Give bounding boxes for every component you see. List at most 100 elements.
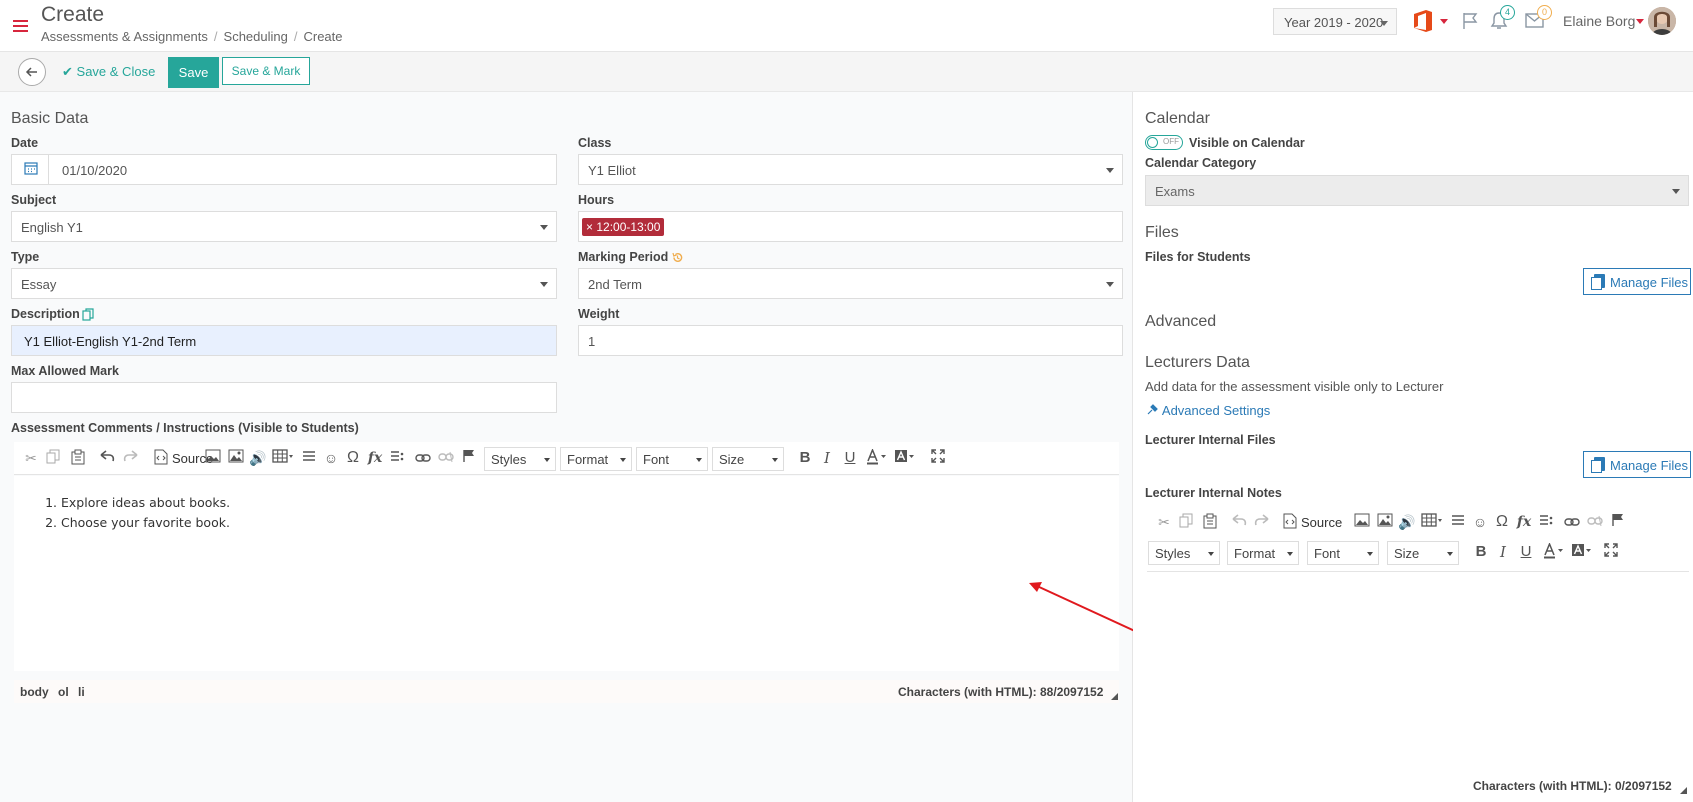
description-input[interactable]: Y1 Elliot-English Y1-2nd Term — [11, 325, 557, 356]
flag-icon[interactable] — [1461, 12, 1479, 33]
copy-icon[interactable] — [82, 308, 94, 321]
hours-chip[interactable]: × 12:00-13:00 — [582, 218, 665, 236]
styles-select[interactable]: Styles — [1148, 541, 1220, 565]
cut-icon[interactable]: ✂ — [22, 449, 40, 467]
office-icon[interactable] — [1412, 9, 1434, 36]
cut-icon[interactable]: ✂ — [1155, 513, 1173, 531]
format-select[interactable]: Format — [560, 447, 632, 471]
anchor-flag-icon[interactable] — [1609, 513, 1627, 531]
size-select[interactable]: Size — [1387, 541, 1459, 565]
pin-icon — [1147, 404, 1158, 415]
calendar-icon[interactable] — [12, 155, 49, 184]
list-settings-icon[interactable] — [1537, 513, 1555, 531]
marking-period-value: 2nd Term — [588, 277, 642, 292]
marking-period-select[interactable]: 2nd Term — [578, 268, 1123, 299]
image2-icon[interactable] — [227, 449, 245, 467]
advanced-settings-link[interactable]: Advanced Settings — [1147, 403, 1270, 418]
underline-button[interactable]: U — [841, 449, 859, 467]
type-select[interactable]: Essay — [11, 268, 557, 299]
image-icon[interactable] — [204, 449, 222, 467]
background-color-icon[interactable] — [1571, 543, 1595, 561]
user-dropdown-icon[interactable] — [1636, 19, 1644, 24]
redo-icon[interactable] — [122, 449, 140, 467]
undo-icon[interactable] — [98, 449, 116, 467]
image-icon[interactable] — [1353, 513, 1371, 531]
calendar-visibility-toggle[interactable]: OFF — [1145, 135, 1183, 150]
omega-icon[interactable]: Ω — [344, 449, 362, 467]
underline-button[interactable]: U — [1517, 543, 1535, 561]
calendar-category-select[interactable]: Exams — [1145, 175, 1689, 206]
comments-editor-body[interactable]: Explore ideas about books. Choose your f… — [14, 476, 1119, 671]
resize-handle-icon[interactable] — [1680, 787, 1687, 794]
link-icon[interactable] — [1563, 513, 1581, 531]
user-name[interactable]: Elaine Borg — [1563, 13, 1635, 29]
class-select[interactable]: Y1 Elliot — [578, 154, 1123, 185]
copy-icon[interactable] — [1177, 513, 1195, 531]
format-select[interactable]: Format — [1227, 541, 1299, 565]
breadcrumb-item[interactable]: Assessments & Assignments — [41, 29, 208, 44]
size-select[interactable]: Size — [712, 447, 784, 471]
path-body[interactable]: body — [20, 685, 49, 699]
audio-icon[interactable]: 🔊 — [1398, 513, 1416, 531]
save-button[interactable]: Save — [168, 57, 219, 88]
table-icon[interactable] — [1421, 513, 1443, 531]
formula-icon[interactable]: fx — [1515, 513, 1533, 531]
source-icon[interactable] — [152, 449, 170, 467]
redo-icon[interactable] — [1253, 513, 1271, 531]
manage-files-button[interactable]: Manage Files — [1583, 268, 1691, 295]
year-select[interactable]: Year 2019 - 2020 — [1273, 8, 1397, 35]
smiley-icon[interactable]: ☺ — [322, 449, 340, 467]
remove-chip-icon[interactable]: × — [586, 220, 596, 234]
audio-icon[interactable]: 🔊 — [249, 449, 267, 467]
source-icon[interactable] — [1281, 513, 1299, 531]
save-mark-button[interactable]: Save & Mark — [222, 57, 310, 85]
omega-icon[interactable]: Ω — [1493, 513, 1511, 531]
font-select[interactable]: Font — [1307, 541, 1379, 565]
path-li[interactable]: li — [78, 685, 85, 699]
hamburger-menu-icon[interactable] — [13, 20, 28, 32]
undo-icon[interactable] — [1230, 513, 1248, 531]
avatar[interactable] — [1648, 7, 1676, 35]
save-close-button[interactable]: ✔ Save & Close — [62, 64, 155, 80]
office-dropdown-icon[interactable] — [1440, 19, 1448, 24]
text-color-icon[interactable] — [866, 448, 890, 467]
background-color-icon[interactable] — [894, 449, 918, 467]
source-button[interactable]: Source — [1301, 515, 1342, 530]
manage-internal-files-button[interactable]: Manage Files — [1583, 451, 1691, 478]
resize-handle-icon[interactable] — [1111, 693, 1118, 700]
class-label: Class — [578, 136, 612, 150]
copy-icon[interactable] — [44, 449, 62, 467]
smiley-icon[interactable]: ☺ — [1471, 513, 1489, 531]
horizontal-line-icon[interactable] — [1449, 513, 1467, 531]
max-mark-input[interactable] — [11, 382, 557, 413]
styles-select[interactable]: Styles — [484, 447, 556, 471]
italic-button[interactable]: I — [818, 449, 836, 467]
unlink-icon[interactable] — [437, 449, 455, 467]
table-icon[interactable] — [272, 449, 294, 467]
date-field[interactable]: 01/10/2020 — [11, 154, 557, 185]
subject-select[interactable]: English Y1 — [11, 211, 557, 242]
anchor-flag-icon[interactable] — [460, 449, 478, 467]
text-color-icon[interactable] — [1543, 542, 1567, 561]
section-heading-advanced[interactable]: Advanced — [1145, 313, 1216, 331]
path-ol[interactable]: ol — [58, 685, 69, 699]
list-settings-icon[interactable] — [388, 449, 406, 467]
maximize-icon[interactable] — [1602, 543, 1620, 561]
paste-icon[interactable] — [1201, 513, 1219, 531]
maximize-icon[interactable] — [929, 449, 947, 467]
bold-button[interactable]: B — [1472, 543, 1490, 561]
bold-button[interactable]: B — [796, 449, 814, 467]
notes-editor-body[interactable] — [1147, 573, 1689, 773]
back-button[interactable] — [18, 58, 46, 86]
link-icon[interactable] — [414, 449, 432, 467]
weight-input[interactable]: 1 — [578, 325, 1123, 356]
formula-icon[interactable]: fx — [366, 449, 384, 467]
horizontal-line-icon[interactable] — [300, 449, 318, 467]
paste-icon[interactable] — [69, 449, 87, 467]
italic-button[interactable]: I — [1494, 543, 1512, 561]
image2-icon[interactable] — [1376, 513, 1394, 531]
history-icon[interactable] — [671, 251, 684, 264]
font-select[interactable]: Font — [636, 447, 708, 471]
unlink-icon[interactable] — [1586, 513, 1604, 531]
breadcrumb-item[interactable]: Scheduling — [224, 29, 288, 44]
